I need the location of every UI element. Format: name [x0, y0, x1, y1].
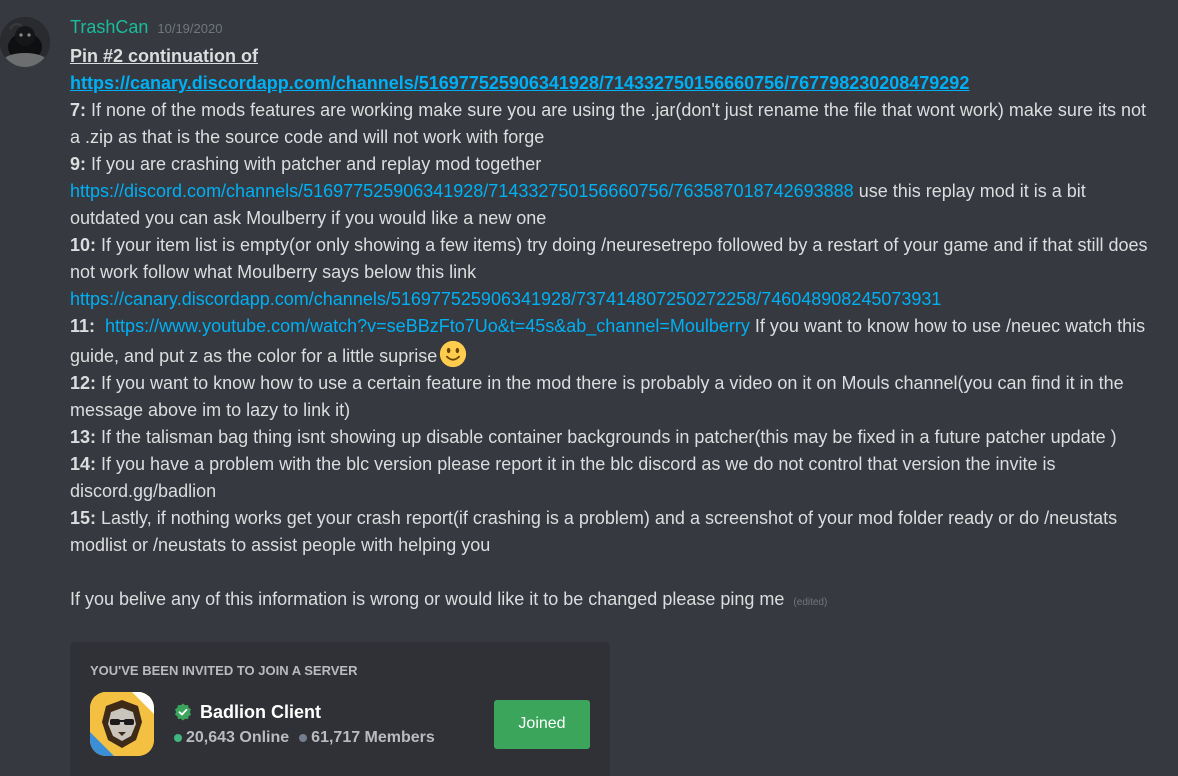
item-number: 9:: [70, 154, 87, 174]
invite-header: YOU'VE BEEN INVITED TO JOIN A SERVER: [90, 663, 358, 678]
server-icon[interactable]: [90, 692, 154, 756]
server-invite-card: YOU'VE BEEN INVITED TO JOIN A SERVER Bad…: [70, 642, 610, 776]
item-number: 10:: [70, 235, 97, 255]
item-15: 15: Lastly, if nothing works get your cr…: [70, 505, 1150, 559]
server-name-row: Badlion Client: [174, 702, 494, 723]
item-number: 7:: [70, 100, 87, 120]
joined-button[interactable]: Joined: [494, 699, 590, 749]
slightly-smiling-face-icon: [440, 340, 467, 368]
item-text: If you want to know how to use a certain…: [70, 373, 1124, 420]
members-dot-icon: [299, 733, 308, 742]
item-text: If you have a problem with the blc versi…: [70, 454, 1056, 501]
pin-link[interactable]: https://canary.discordapp.com/channels/5…: [70, 73, 969, 93]
message-body: Pin #2 continuation of https://canary.di…: [70, 43, 1150, 616]
replay-mod-link[interactable]: https://discord.com/channels/51697752590…: [70, 181, 854, 201]
item-text: If your item list is empty(or only showi…: [70, 235, 1148, 282]
online-dot-icon: [174, 733, 182, 742]
item-7: 7: If none of the mods features are work…: [70, 97, 1150, 151]
edited-label[interactable]: (edited): [793, 597, 827, 608]
closing-text: If you belive any of this information is…: [70, 589, 785, 609]
member-count: 61,717 Members: [311, 728, 435, 746]
user-avatar[interactable]: [0, 17, 50, 67]
online-count: 20,643 Online: [186, 728, 290, 746]
avatar-image: [0, 17, 50, 67]
youtube-link[interactable]: https://www.youtube.com/watch?v=seBBzFto…: [105, 316, 750, 336]
item-text: If none of the mods features are working…: [70, 100, 1146, 147]
item-number: 13:: [70, 427, 97, 447]
item-9: 9: If you are crashing with patcher and …: [70, 151, 1150, 232]
item-text: Lastly, if nothing works get your crash …: [70, 508, 1118, 555]
item-11: 11: https://www.youtube.com/watch?v=seBB…: [70, 313, 1150, 370]
server-stats: 20,643 Online 61,717 Members: [174, 729, 494, 747]
item-10: 10: If your item list is empty(or only s…: [70, 232, 1150, 313]
item-13: 13: If the talisman bag thing isnt showi…: [70, 424, 1150, 451]
item-number: 12:: [70, 373, 97, 393]
item-number: 11:: [70, 316, 96, 336]
item-number: 15:: [70, 508, 97, 528]
pin-title: Pin #2 continuation of: [70, 46, 258, 66]
server-name[interactable]: Badlion Client: [200, 702, 321, 723]
item-text: If you are crashing with patcher and rep…: [86, 154, 542, 174]
item-number: 14:: [70, 454, 97, 474]
message-header: TrashCan 10/19/2020: [70, 17, 1150, 43]
badlion-lion-icon: [90, 692, 154, 756]
verified-check-icon: [175, 703, 191, 721]
timestamp[interactable]: 10/19/2020: [157, 21, 222, 36]
invite-row: Badlion Client 20,643 Online 61,717 Memb…: [90, 692, 590, 756]
item-12: 12: If you want to know how to use a cer…: [70, 370, 1150, 424]
server-info: Badlion Client 20,643 Online 61,717 Memb…: [174, 702, 494, 747]
moulberry-message-link[interactable]: https://canary.discordapp.com/channels/5…: [70, 289, 941, 309]
item-text: If the talisman bag thing isnt showing u…: [96, 427, 1117, 447]
item-14: 14: If you have a problem with the blc v…: [70, 451, 1150, 505]
message-content: TrashCan 10/19/2020 Pin #2 continuation …: [70, 17, 1150, 616]
closing-line: If you belive any of this information is…: [70, 586, 1150, 616]
chat-message: TrashCan 10/19/2020 Pin #2 continuation …: [0, 0, 1178, 776]
username[interactable]: TrashCan: [70, 17, 148, 38]
